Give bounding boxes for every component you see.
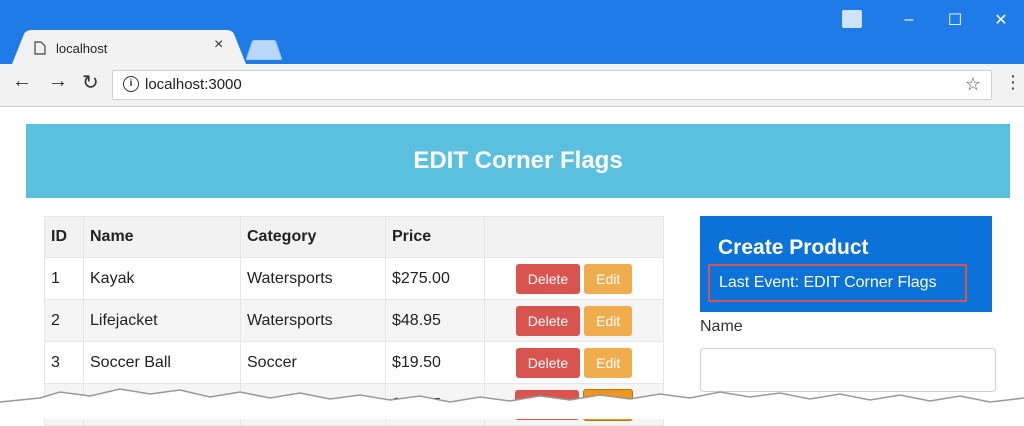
header-actions (484, 216, 664, 258)
maximize-button[interactable]: ☐ (932, 0, 978, 40)
cell-name: Lifejacket (83, 299, 241, 342)
tab-label-wrap: localhost (34, 38, 234, 58)
address-bar[interactable]: i localhost:3000 ☆ (112, 70, 992, 100)
name-label: Name (700, 318, 743, 335)
minimize-button[interactable]: – (886, 0, 932, 40)
header-name: Name (83, 216, 241, 258)
delete-button[interactable]: Delete (515, 263, 581, 294)
window-controls: – ☐ ✕ (886, 0, 1024, 40)
cell-id: 1 (44, 257, 84, 300)
torn-edge-decoration (0, 388, 1024, 419)
page-icon (34, 41, 46, 55)
cell-price: $48.95 (385, 299, 485, 342)
table-row: 2 Lifejacket Watersports $48.95 Delete Ed… (44, 299, 664, 342)
create-product-panel: Create Product Last Event: EDIT Corner F… (700, 216, 992, 312)
new-tab-button[interactable] (246, 40, 282, 60)
table-row: 1 Kayak Watersports $275.00 Delete Edit (44, 257, 664, 300)
edit-button[interactable]: Edit (584, 263, 633, 294)
cell-id: 2 (44, 299, 84, 342)
cell-actions: DeleteEdit (484, 257, 664, 300)
address-text[interactable]: localhost:3000 (145, 76, 242, 93)
cell-actions: DeleteEdit (484, 299, 664, 342)
back-arrow-icon[interactable]: ← (12, 70, 32, 93)
forward-arrow-icon[interactable]: → (48, 70, 68, 93)
info-icon[interactable]: i (123, 76, 139, 92)
header-price: Price (385, 216, 485, 258)
tab-close-icon[interactable]: × (214, 36, 223, 54)
cell-category: Watersports (240, 299, 386, 342)
edit-button[interactable]: Edit (584, 305, 633, 336)
table-header-row: ID Name Category Price (44, 216, 664, 258)
cell-name: Kayak (83, 257, 241, 300)
last-event-text: Last Event: EDIT Corner Flags (708, 264, 967, 302)
page-banner: EDIT Corner Flags (26, 124, 1010, 198)
tab-title: localhost (56, 40, 108, 56)
profile-icon[interactable] (842, 10, 862, 28)
bookmark-star-icon[interactable]: ☆ (965, 74, 981, 95)
header-category: Category (240, 216, 386, 258)
delete-button[interactable]: Delete (515, 305, 581, 336)
menu-dots-icon[interactable]: ⋮ (1004, 72, 1022, 93)
reload-icon[interactable]: ↻ (82, 70, 99, 95)
panel-title: Create Product (718, 236, 869, 259)
cell-category: Watersports (240, 257, 386, 300)
header-id: ID (44, 216, 84, 258)
cell-price: $275.00 (385, 257, 485, 300)
banner-title: EDIT Corner Flags (413, 147, 623, 174)
close-window-button[interactable]: ✕ (978, 0, 1024, 40)
